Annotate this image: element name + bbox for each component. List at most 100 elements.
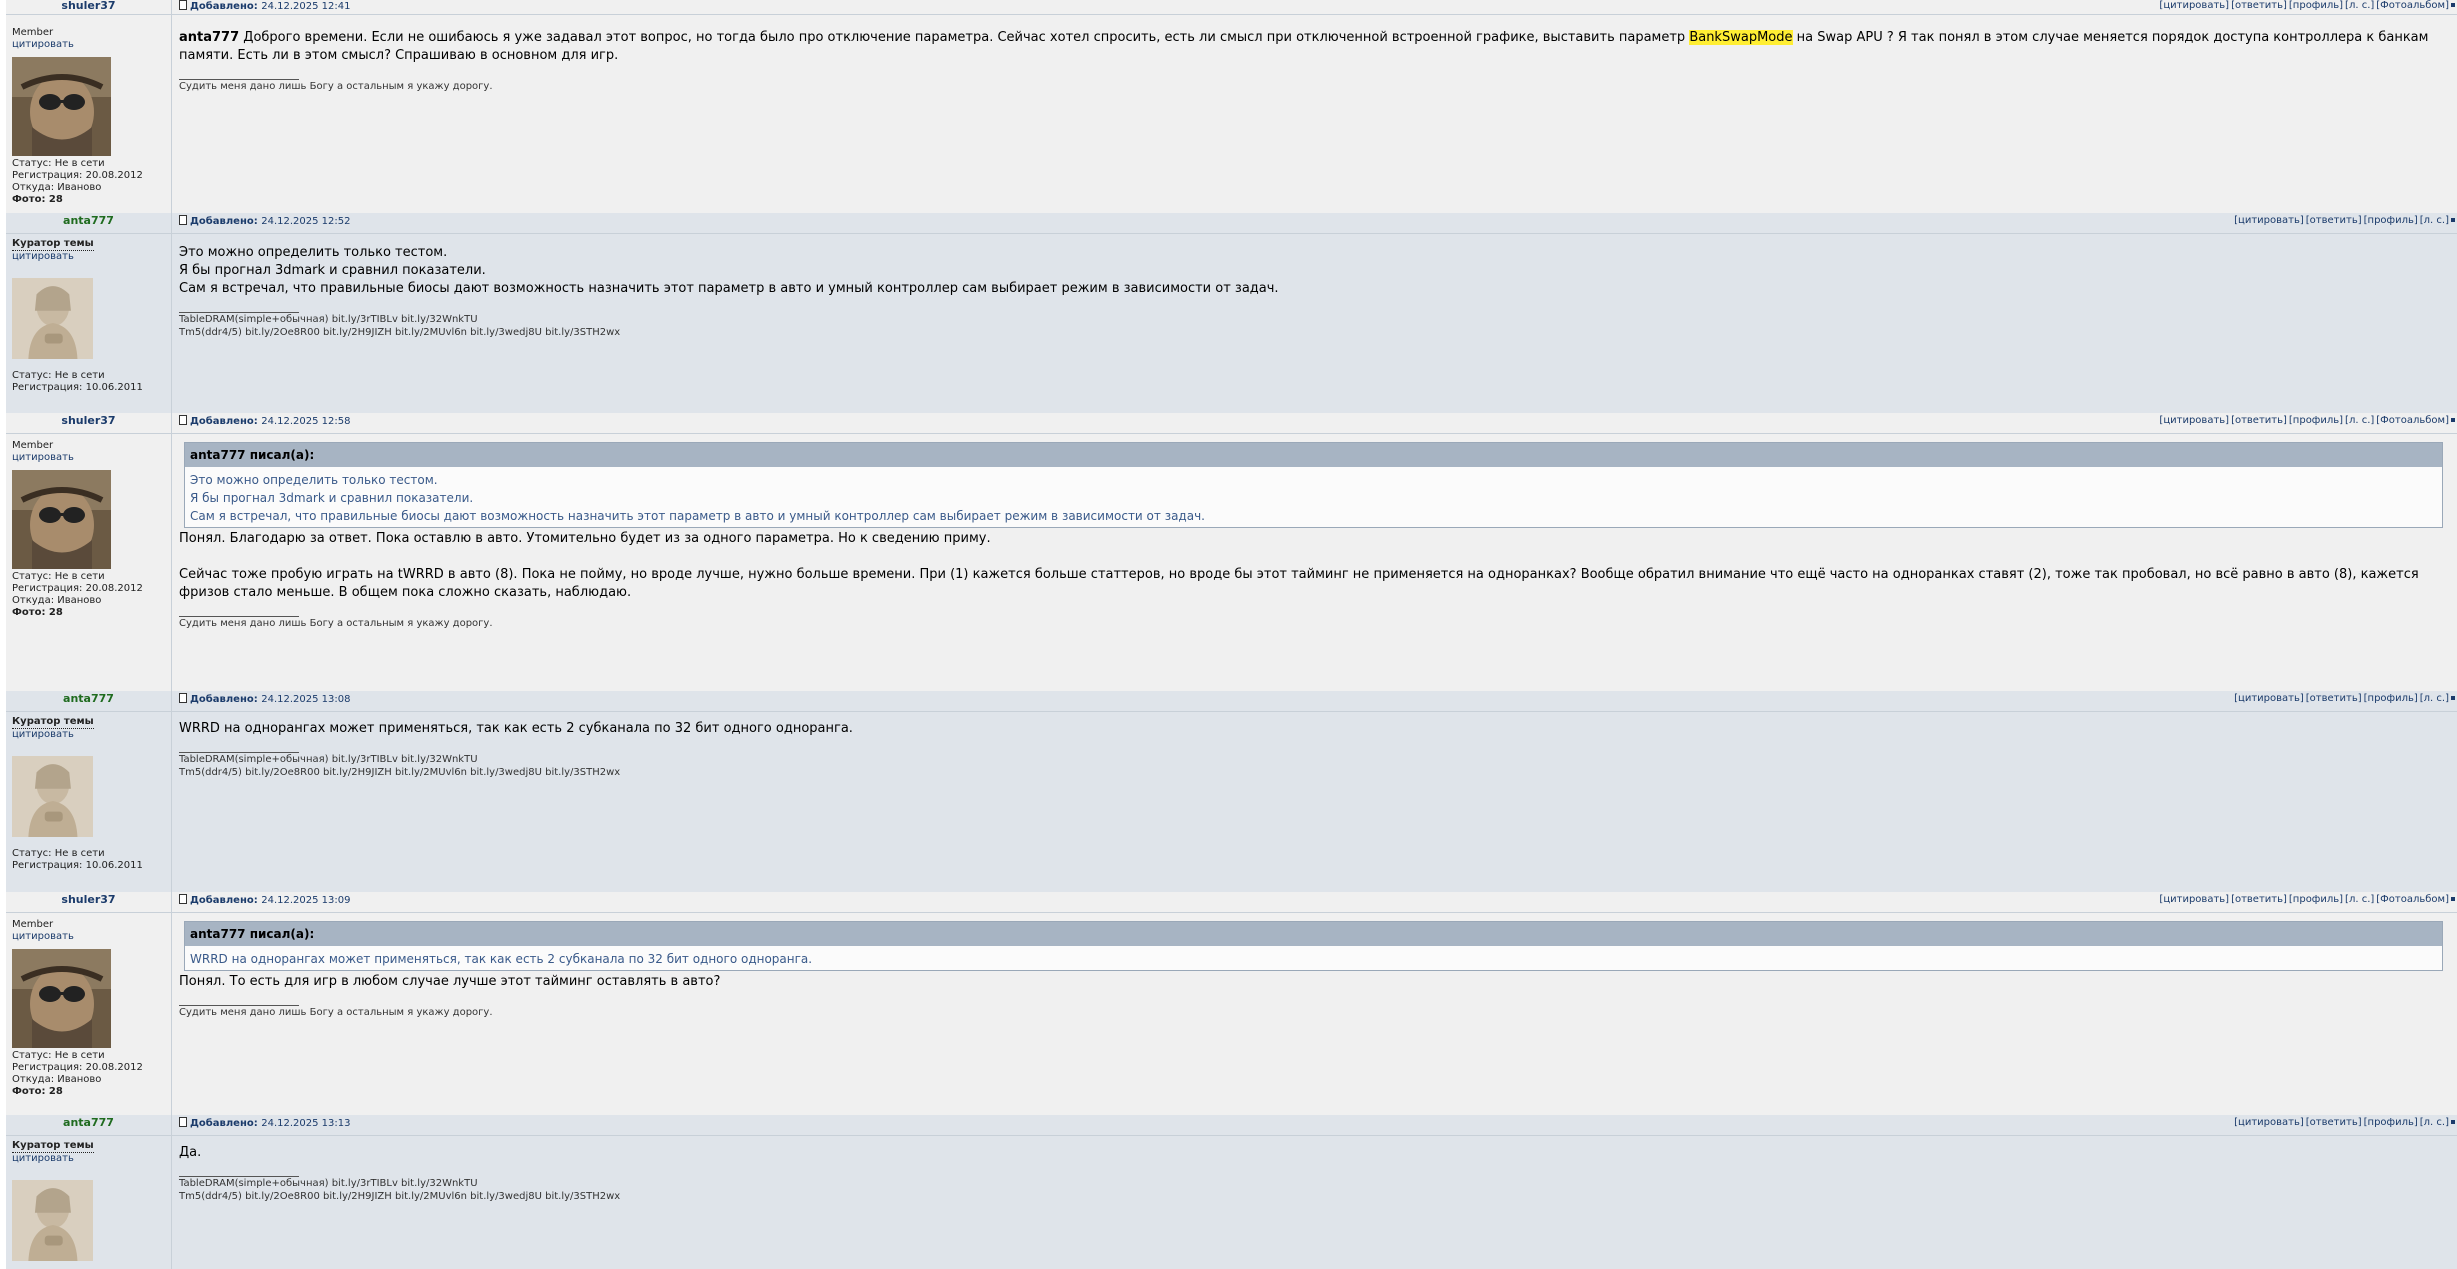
quote-link[interactable]: [цитировать] [2234, 1117, 2304, 1128]
post-4: anta777 Добавлено: 24.12.2025 13:08 [цит… [6, 691, 2457, 892]
forum-thread: shuler37 Добавлено: 24.12.2025 12:41 [ци… [6, 0, 2457, 1269]
signature-line: TableDRAM(simple+обычная) bit.ly/3rTIBLv… [179, 1178, 478, 1189]
added-label: Добавлено: [190, 694, 258, 705]
top-icon[interactable] [2451, 3, 2455, 7]
user-location: Откуда: Иваново [12, 182, 102, 193]
quote-line: WRRD на однорангах может применяться, та… [190, 952, 813, 966]
user-photos[interactable]: Фото: 28 [12, 194, 171, 206]
avatar [12, 470, 111, 569]
added-label: Добавлено: [190, 416, 258, 427]
quote-block: anta777 писал(а): Это можно определить т… [184, 442, 2443, 528]
user-status: Статус: Не в сети [12, 848, 105, 859]
quote-link[interactable]: [цитировать] [2159, 0, 2229, 11]
cite-link[interactable]: цитировать [12, 729, 171, 741]
reply-link[interactable]: [ответить] [2306, 215, 2362, 226]
cite-link[interactable]: цитировать [12, 39, 171, 51]
post-actions: [цитировать] [ответить] [профиль] [л. с.] [2232, 692, 2457, 711]
post-line: WRRD на однорангах может применяться, та… [179, 721, 853, 736]
added-label: Добавлено: [190, 1118, 258, 1129]
quote-line: Сам я встречал, что правильные биосы даю… [190, 509, 1205, 523]
author-name[interactable]: shuler37 [6, 413, 172, 433]
post-date: 24.12.2025 12:41 [261, 1, 351, 12]
author-name[interactable]: anta777 [6, 691, 172, 711]
post-actions: [цитировать] [ответить] [профиль] [л. с.] [2232, 214, 2457, 233]
quote-link[interactable]: [цитировать] [2159, 894, 2229, 905]
signature-line: TableDRAM(simple+обычная) bit.ly/3rTIBLv… [179, 754, 478, 765]
post-line: Это можно определить только тестом. [179, 245, 448, 260]
profile-link[interactable]: [профиль] [2289, 415, 2343, 426]
added-label: Добавлено: [190, 1, 258, 12]
reply-link[interactable]: [ответить] [2231, 894, 2287, 905]
user-rank: Куратор темы [12, 238, 94, 251]
user-status: Статус: Не в сети [12, 1050, 105, 1061]
author-name[interactable]: shuler37 [6, 892, 172, 912]
user-photos[interactable]: Фото: 28 [12, 607, 171, 619]
top-icon[interactable] [2451, 897, 2455, 901]
post-date: 24.12.2025 12:52 [261, 216, 351, 227]
user-location: Откуда: Иваново [12, 595, 102, 606]
quote-link[interactable]: [цитировать] [2234, 693, 2304, 704]
pm-link[interactable]: [л. с.] [2345, 894, 2374, 905]
user-rank: Member [12, 440, 54, 451]
pm-link[interactable]: [л. с.] [2420, 693, 2449, 704]
post-line: Сам я встречал, что правильные биосы даю… [179, 281, 1279, 296]
quote-line: Я бы прогнал 3dmark и сравнил показатели… [190, 491, 474, 505]
user-status: Статус: Не в сети [12, 571, 105, 582]
signature: Судить меня дано лишь Богу а остальным я… [179, 618, 493, 629]
author-name[interactable]: shuler37 [6, 0, 172, 14]
user-status: Статус: Не в сети [12, 158, 105, 169]
signature-line: Tm5(ddr4/5) bit.ly/2Oe8R00 bit.ly/2H9JIZ… [179, 1191, 621, 1202]
post-icon [179, 894, 187, 904]
pm-link[interactable]: [л. с.] [2420, 215, 2449, 226]
post-line: Понял. То есть для игр в любом случае лу… [179, 974, 721, 989]
user-registered: Регистрация: 20.08.2012 [12, 1062, 143, 1073]
post-1: shuler37 Добавлено: 24.12.2025 12:41 [ци… [6, 0, 2457, 214]
reply-link[interactable]: [ответить] [2231, 0, 2287, 11]
quote-link[interactable]: [цитировать] [2234, 215, 2304, 226]
user-location: Откуда: Иваново [12, 1074, 102, 1085]
profile-link[interactable]: [профиль] [2364, 215, 2418, 226]
album-link[interactable]: [Фотоальбом] [2376, 415, 2449, 426]
album-link[interactable]: [Фотоальбом] [2376, 894, 2449, 905]
cite-link[interactable]: цитировать [12, 452, 171, 464]
top-icon[interactable] [2451, 1120, 2455, 1124]
post-5: shuler37 Добавлено: 24.12.2025 13:09 [ци… [6, 892, 2457, 1115]
post-icon [179, 215, 187, 225]
signature-line: Tm5(ddr4/5) bit.ly/2Oe8R00 bit.ly/2H9JIZ… [179, 327, 621, 338]
avatar [12, 949, 111, 1048]
user-registered: Регистрация: 10.06.2011 [12, 382, 143, 393]
user-rank: Member [12, 919, 54, 930]
author-name[interactable]: anta777 [6, 213, 172, 233]
post-date: 24.12.2025 13:09 [261, 895, 351, 906]
user-photos[interactable]: Фото: 28 [12, 1086, 171, 1098]
cite-link[interactable]: цитировать [12, 1153, 171, 1165]
quote-header: anta777 писал(а): [185, 922, 2442, 946]
pm-link[interactable]: [л. с.] [2345, 0, 2374, 11]
reply-link[interactable]: [ответить] [2231, 415, 2287, 426]
author-name[interactable]: anta777 [6, 1115, 172, 1135]
post-text: anta777 Доброго времени. Если не ошибаюс… [179, 30, 2429, 63]
cite-link[interactable]: цитировать [12, 251, 171, 263]
reply-link[interactable]: [ответить] [2306, 693, 2362, 704]
avatar [12, 1171, 93, 1269]
post-line: Да. [179, 1145, 202, 1160]
profile-link[interactable]: [профиль] [2364, 1117, 2418, 1128]
post-paragraph: Сейчас тоже пробую играть на tWRRD в авт… [179, 567, 2419, 600]
signature: Судить меня дано лишь Богу а остальным я… [179, 1007, 493, 1018]
profile-link[interactable]: [профиль] [2289, 0, 2343, 11]
cite-link[interactable]: цитировать [12, 931, 171, 943]
reply-link[interactable]: [ответить] [2306, 1117, 2362, 1128]
post-actions: [цитировать] [ответить] [профиль] [л. с.] [Ф… [2157, 414, 2457, 433]
profile-link[interactable]: [профиль] [2364, 693, 2418, 704]
album-link[interactable]: [Фотоальбом] [2376, 0, 2449, 11]
profile-link[interactable]: [профиль] [2289, 894, 2343, 905]
post-actions: [цитировать] [ответить] [профиль] [л. с.] [Ф… [2157, 0, 2457, 14]
top-icon[interactable] [2451, 696, 2455, 700]
pm-link[interactable]: [л. с.] [2420, 1117, 2449, 1128]
quote-block: anta777 писал(а): WRRD на однорангах мож… [184, 921, 2443, 971]
top-icon[interactable] [2451, 418, 2455, 422]
pm-link[interactable]: [л. с.] [2345, 415, 2374, 426]
quote-link[interactable]: [цитировать] [2159, 415, 2229, 426]
post-6: anta777 Добавлено: 24.12.2025 13:13 [цит… [6, 1115, 2457, 1269]
top-icon[interactable] [2451, 218, 2455, 222]
